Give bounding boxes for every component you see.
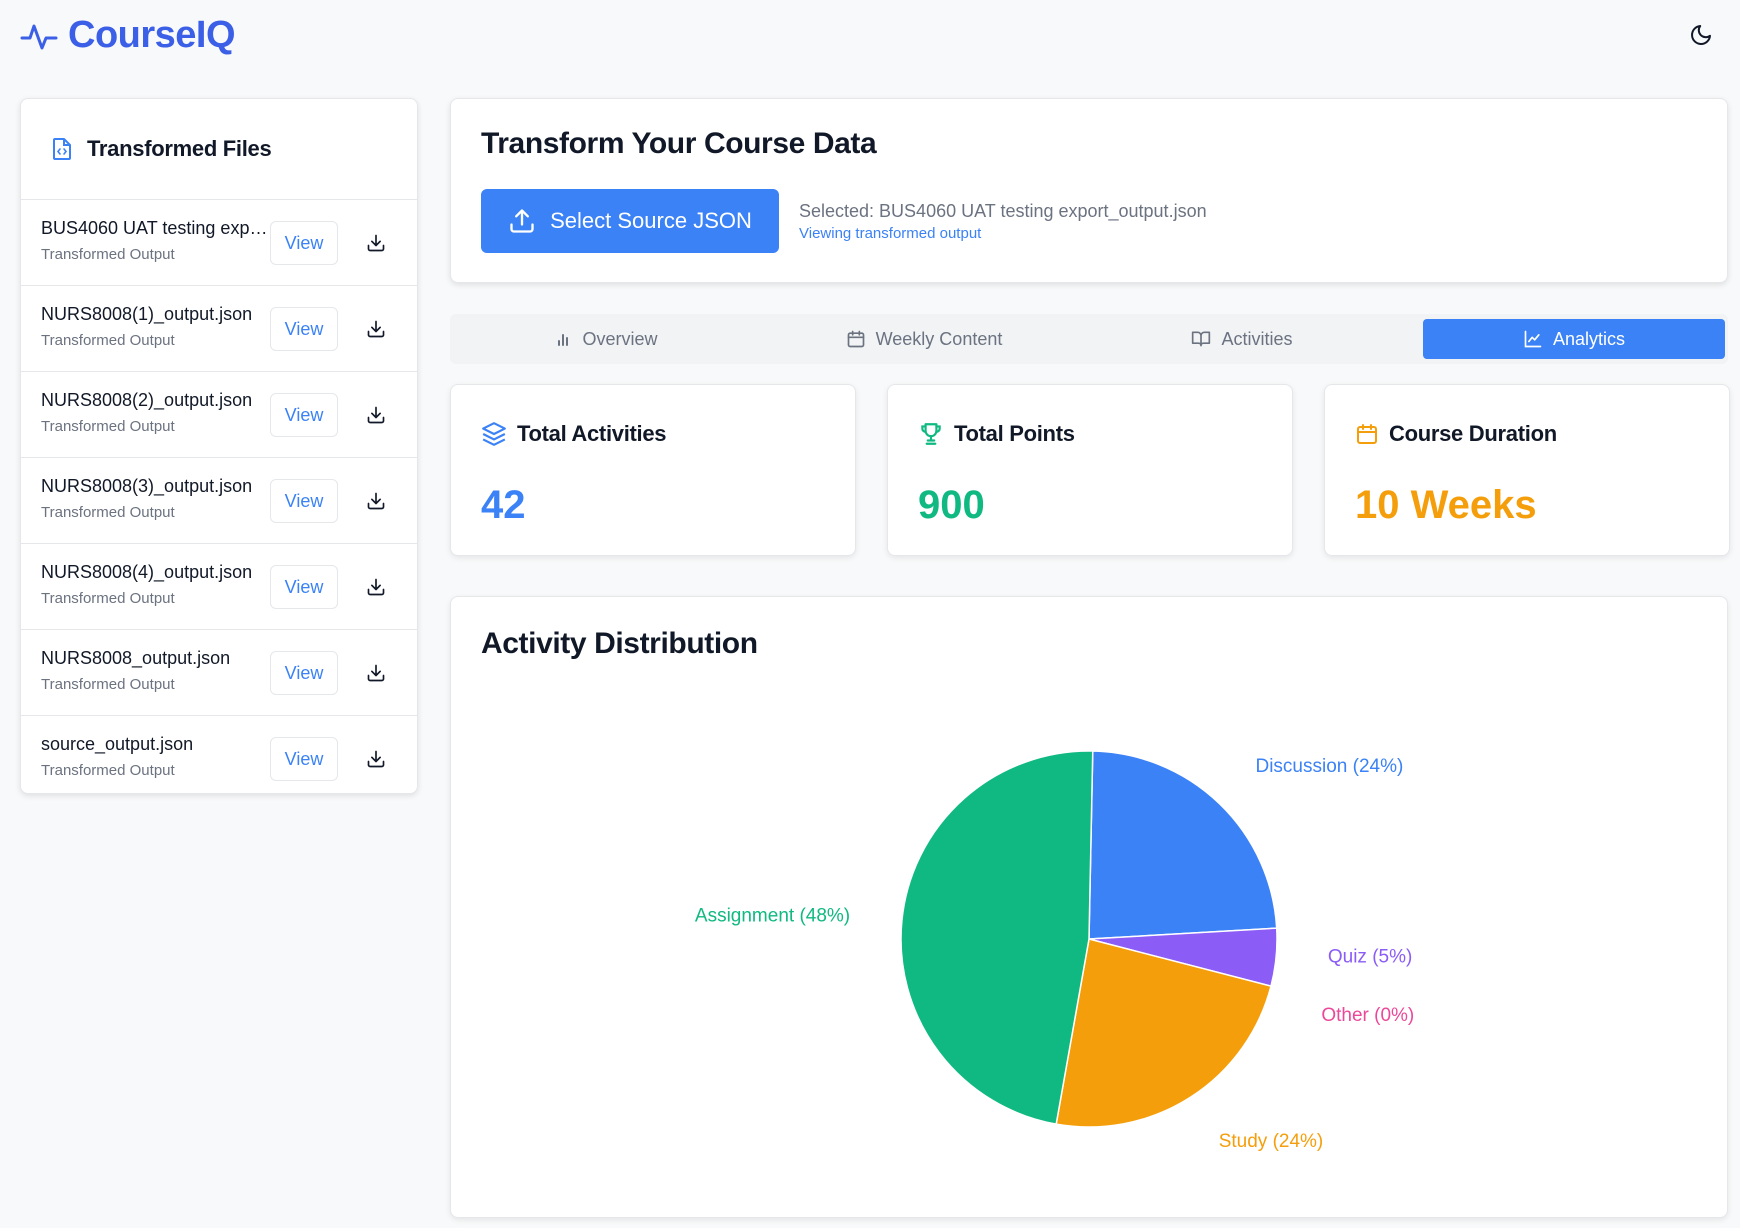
pie-label-other: Other (0%) (1321, 1005, 1414, 1026)
file-subtitle: Transformed Output (41, 332, 175, 349)
file-subtitle: Transformed Output (41, 762, 175, 779)
layers-icon (481, 421, 507, 447)
total-activities-label: Total Activities (517, 421, 667, 446)
view-file-button[interactable]: View (270, 393, 338, 437)
transformed-files-panel: Transformed Files BUS4060 UAT testing ex… (20, 98, 418, 794)
file-list: BUS4060 UAT testing export_output.json Tr… (21, 199, 417, 793)
select-source-json-button[interactable]: Select Source JSON (481, 189, 779, 253)
pie-label-discussion: Discussion (24%) (1255, 756, 1403, 777)
transform-title: Transform Your Course Data (481, 127, 877, 160)
selected-file-text: Selected: BUS4060 UAT testing export_out… (799, 201, 1207, 221)
total-activities-card: Total Activities 42 (450, 384, 856, 556)
download-icon (366, 749, 386, 769)
activity-distribution-pie-chart: Discussion (24%) Quiz (5%) Other (0%) Study… (695, 750, 1414, 1152)
app-logo: CourseIQ (20, 14, 236, 57)
file-subtitle: Transformed Output (41, 418, 175, 435)
file-name: NURS8008_output.json (41, 648, 231, 668)
download-icon (366, 405, 386, 425)
activity-icon (20, 18, 58, 54)
tab-analytics-label: Analytics (1552, 328, 1626, 349)
tab-overview[interactable]: Overview (455, 319, 757, 359)
total-points-label: Total Points (954, 421, 1075, 446)
download-button[interactable] (363, 574, 389, 600)
download-button[interactable] (363, 230, 389, 256)
view-file-button[interactable]: View (270, 221, 338, 265)
pie-slice-assignment[interactable] (900, 750, 1094, 1125)
select-source-json-label: Select Source JSON (550, 208, 752, 233)
tab-activities[interactable]: Activities (1091, 319, 1393, 359)
file-list-item: NURS8008(4)_output.json Transformed Outpu… (21, 543, 417, 629)
download-icon (366, 663, 386, 683)
view-file-button[interactable]: View (270, 307, 338, 351)
course-duration-card: Course Duration 10 Weeks (1324, 384, 1730, 556)
viewing-status-text: Viewing transformed output (799, 225, 982, 242)
file-name: source_output.json (41, 734, 194, 754)
sidebar-header: Transformed Files (21, 99, 417, 199)
download-icon (366, 233, 386, 253)
course-duration-label: Course Duration (1389, 421, 1557, 446)
download-button[interactable] (363, 746, 389, 772)
file-list-item: NURS8008(2)_output.json Transformed Outpu… (21, 371, 417, 457)
file-code-icon (51, 137, 73, 161)
download-button[interactable] (363, 316, 389, 342)
view-file-button[interactable]: View (270, 479, 338, 523)
file-name: BUS4060 UAT testing export_output.json (41, 218, 269, 238)
pie-label-study: Study (24%) (1219, 1131, 1324, 1152)
file-list-item: NURS8008(1)_output.json Transformed Outpu… (21, 285, 417, 371)
line-chart-icon (1523, 329, 1543, 349)
tab-activities-label: Activities (1221, 328, 1293, 349)
tab-overview-label: Overview (582, 328, 658, 349)
total-points-card: Total Points 900 (887, 384, 1293, 556)
tab-weekly-content-label: Weekly Content (875, 328, 1003, 349)
file-list-item: NURS8008_output.json Transformed Output Vi… (21, 629, 417, 715)
total-activities-value: 42 (481, 483, 526, 527)
view-file-button[interactable]: View (270, 565, 338, 609)
file-subtitle: Transformed Output (41, 590, 175, 607)
theme-toggle-button[interactable] (1686, 20, 1716, 50)
file-name: NURS8008(3)_output.json (41, 476, 253, 496)
moon-icon (1689, 23, 1713, 47)
file-subtitle: Transformed Output (41, 246, 175, 263)
book-open-icon (1191, 329, 1211, 349)
pie-label-quiz: Quiz (5%) (1328, 946, 1412, 967)
download-icon (366, 577, 386, 597)
calendar-icon (1355, 422, 1379, 446)
view-file-button[interactable]: View (270, 737, 338, 781)
download-button[interactable] (363, 660, 389, 686)
download-button[interactable] (363, 488, 389, 514)
download-icon (366, 319, 386, 339)
bar-chart-icon (554, 330, 572, 348)
pie-label-assignment: Assignment (48%) (695, 906, 850, 927)
pie-slice-discussion[interactable] (1088, 750, 1278, 940)
sidebar-title: Transformed Files (87, 136, 272, 161)
view-tabs: Overview Weekly Content Activities Analy… (450, 314, 1728, 364)
tab-analytics[interactable]: Analytics (1423, 319, 1725, 359)
view-file-button[interactable]: View (270, 651, 338, 695)
course-duration-value: 10 Weeks (1355, 483, 1537, 527)
download-icon (366, 491, 386, 511)
file-name: NURS8008(4)_output.json (41, 562, 253, 582)
file-list-item: BUS4060 UAT testing export_output.json Tr… (21, 199, 417, 285)
file-name: NURS8008(2)_output.json (41, 390, 253, 410)
file-subtitle: Transformed Output (41, 676, 175, 693)
activity-distribution-card: Activity Distribution Discussion (24%) Qu… (450, 596, 1728, 1218)
file-list-item: NURS8008(3)_output.json Transformed Outpu… (21, 457, 417, 543)
trophy-icon (918, 421, 944, 447)
download-button[interactable] (363, 402, 389, 428)
app-name: CourseIQ (68, 14, 236, 56)
file-list-item: source_output.json Transformed Output View (21, 715, 417, 793)
total-points-value: 900 (918, 483, 985, 527)
transform-card: Transform Your Course Data Select Source… (450, 98, 1728, 283)
calendar-icon (846, 329, 866, 349)
upload-icon (508, 207, 536, 235)
tab-weekly-content[interactable]: Weekly Content (773, 319, 1075, 359)
file-subtitle: Transformed Output (41, 504, 175, 521)
file-name: NURS8008(1)_output.json (41, 304, 253, 324)
